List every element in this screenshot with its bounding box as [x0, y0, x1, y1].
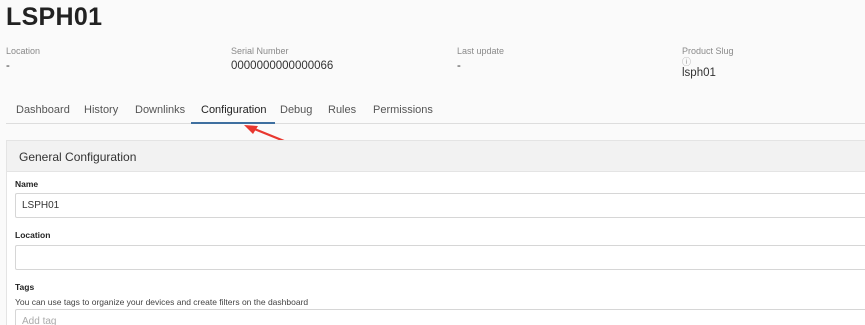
name-label: Name [15, 179, 39, 189]
tab-bar: Dashboard History Downlinks Configuratio… [6, 97, 865, 124]
meta-serial: Serial Number 0000000000000066 [231, 46, 333, 72]
tab-history[interactable]: History [84, 104, 118, 122]
tab-rules[interactable]: Rules [328, 104, 356, 122]
tab-debug[interactable]: Debug [280, 104, 312, 122]
meta-serial-value: 0000000000000066 [231, 60, 334, 72]
meta-serial-label: Serial Number [231, 46, 289, 56]
meta-product-slug: Product Slug ⓘ lsph01 [682, 46, 734, 79]
meta-last-update-label: Last update [457, 46, 505, 56]
tab-dashboard[interactable]: Dashboard [16, 104, 70, 122]
meta-product-slug-label: Product Slug [682, 46, 734, 56]
location-input[interactable] [15, 245, 865, 270]
meta-last-update: Last update - [457, 46, 504, 72]
tags-label: Tags [15, 282, 35, 292]
tags-placeholder: Add tag [22, 316, 57, 325]
info-icon[interactable]: ⓘ [682, 58, 734, 67]
tab-permissions[interactable]: Permissions [373, 104, 433, 122]
device-title: LSPH01 [6, 3, 103, 31]
tags-help-text: You can use tags to organize your device… [15, 297, 309, 307]
card-header: General Configuration [7, 141, 865, 172]
meta-location-label: Location [6, 46, 41, 56]
meta-location-value: - [6, 60, 10, 72]
tab-configuration[interactable]: Configuration [201, 104, 266, 122]
tags-input[interactable]: Add tag [15, 309, 865, 325]
meta-last-update-value: - [457, 60, 461, 72]
tab-downlinks[interactable]: Downlinks [135, 104, 185, 122]
general-configuration-card: General Configuration Name LSPH01 Locati… [6, 140, 865, 325]
name-input[interactable]: LSPH01 [15, 193, 865, 218]
meta-product-slug-value: lsph01 [682, 67, 716, 79]
meta-location: Location - [6, 46, 40, 72]
location-label: Location [15, 230, 51, 240]
